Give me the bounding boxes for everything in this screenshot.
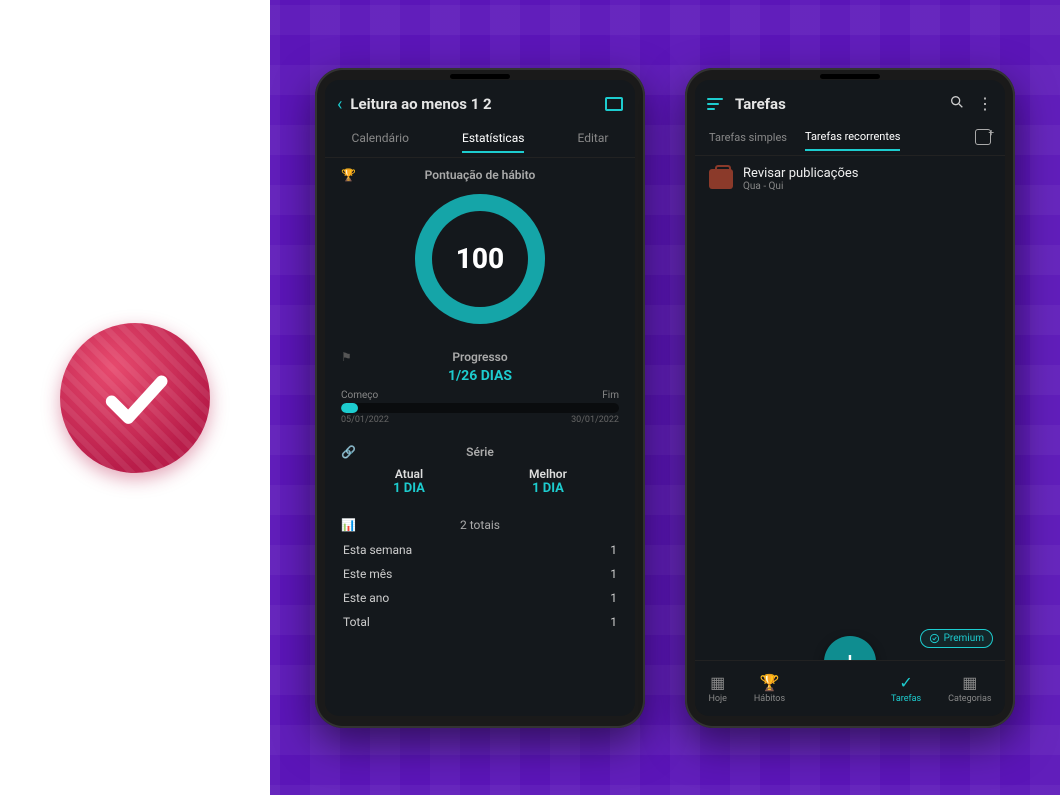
- progress-start-date: 05/01/2022: [341, 415, 389, 425]
- page-title: Tarefas: [735, 95, 937, 113]
- streak-best-label: Melhor: [529, 467, 567, 481]
- ticket-icon[interactable]: [605, 97, 623, 111]
- premium-label: Premium: [944, 633, 984, 644]
- briefcase-icon: [709, 169, 733, 189]
- app-logo-icon: [60, 323, 210, 473]
- marketing-left-panel: [0, 0, 270, 795]
- calendar-icon: ▦: [710, 673, 725, 692]
- chart-icon: 📊: [341, 518, 356, 532]
- bottom-nav: ▦ Hoje 🏆 Hábitos ✓ Tarefas ▦ Categorias: [695, 660, 1005, 716]
- phone-mockup-tasks: Tarefas ⋮ Tarefas simples Tarefas recorr…: [685, 68, 1015, 728]
- score-ring: 100: [415, 194, 545, 324]
- nav-label: Hoje: [708, 694, 726, 704]
- flag-icon: ⚑: [341, 350, 352, 364]
- totals-row-value: 1: [610, 591, 617, 605]
- link-icon: 🔗: [341, 445, 356, 459]
- grid-icon: ▦: [962, 673, 977, 692]
- score-value: 100: [456, 242, 504, 275]
- task-subtitle: Qua - Qui: [743, 181, 858, 192]
- streak-section-title: Série: [466, 445, 494, 459]
- totals-row-value: 1: [610, 615, 617, 629]
- totals-row: Este ano 1: [341, 586, 619, 610]
- progress-value: 1/26 DIAS: [341, 364, 619, 384]
- tab-edit[interactable]: Editar: [578, 125, 609, 153]
- totals-section-title: 2 totais: [460, 512, 500, 538]
- totals-row-label: Este mês: [343, 567, 392, 581]
- progress-section-title: Progresso: [452, 350, 507, 364]
- streak-best-value: 1 DIA: [529, 481, 567, 496]
- totals-row: Este mês 1: [341, 562, 619, 586]
- trophy-icon: 🏆: [760, 673, 780, 692]
- tab-calendar[interactable]: Calendário: [352, 125, 409, 153]
- progress-end-date: 30/01/2022: [571, 415, 619, 425]
- progress-bar: [341, 403, 619, 413]
- nav-today[interactable]: ▦ Hoje: [708, 673, 726, 704]
- totals-row-value: 1: [610, 543, 617, 557]
- nav-categories[interactable]: ▦ Categorias: [948, 673, 991, 704]
- totals-row-label: Total: [343, 615, 370, 629]
- totals-row-label: Este ano: [343, 591, 389, 605]
- subtab-recurring[interactable]: Tarefas recorrentes: [805, 124, 900, 151]
- trophy-icon: 🏆: [341, 168, 356, 182]
- task-title: Revisar publicações: [743, 166, 858, 181]
- totals-row: Esta semana 1: [341, 538, 619, 562]
- check-icon: ✓: [899, 673, 912, 692]
- progress-start-label: Começo: [341, 390, 378, 401]
- nav-label: Categorias: [948, 694, 991, 704]
- progress-fill: [341, 403, 358, 413]
- nav-habits[interactable]: 🏆 Hábitos: [754, 673, 785, 704]
- task-item[interactable]: Revisar publicações Qua - Qui: [695, 156, 1005, 202]
- totals-row-label: Esta semana: [343, 543, 412, 557]
- nav-label: Hábitos: [754, 694, 785, 704]
- menu-icon[interactable]: [707, 98, 723, 110]
- phone-mockup-stats: ‹ Leitura ao menos 1 2 Calendário Estatí…: [315, 68, 645, 728]
- subtab-simple[interactable]: Tarefas simples: [709, 125, 787, 150]
- page-title: Leitura ao menos 1 2: [350, 95, 597, 113]
- tab-stats[interactable]: Estatísticas: [462, 125, 524, 153]
- more-icon[interactable]: ⋮: [977, 94, 993, 113]
- progress-end-label: Fim: [602, 390, 619, 401]
- archive-icon[interactable]: [975, 129, 991, 145]
- search-icon[interactable]: [949, 94, 965, 114]
- back-icon[interactable]: ‹: [337, 94, 342, 115]
- streak-current-value: 1 DIA: [393, 481, 425, 496]
- score-section-title: Pontuação de hábito: [425, 168, 536, 182]
- streak-current-label: Atual: [393, 467, 425, 481]
- totals-row-value: 1: [610, 567, 617, 581]
- totals-row: Total 1: [341, 610, 619, 634]
- marketing-right-panel: ‹ Leitura ao menos 1 2 Calendário Estatí…: [270, 0, 1060, 795]
- nav-tasks[interactable]: ✓ Tarefas: [891, 673, 921, 704]
- nav-label: Tarefas: [891, 694, 921, 704]
- premium-badge[interactable]: Premium: [920, 629, 993, 648]
